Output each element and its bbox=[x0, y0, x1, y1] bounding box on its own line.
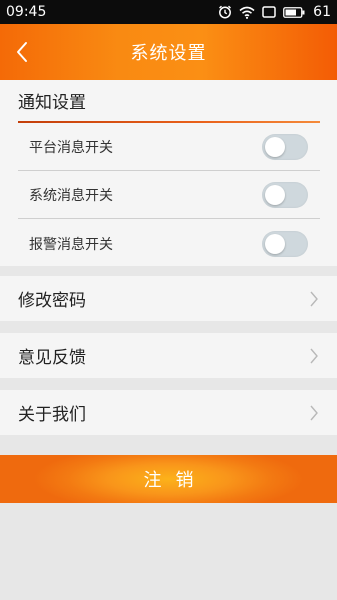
wifi-icon bbox=[239, 6, 255, 19]
app-header: 系统设置 bbox=[0, 24, 337, 80]
chevron-right-icon bbox=[310, 348, 318, 363]
battery-level: 61 bbox=[313, 4, 331, 20]
section-heading: 通知设置 bbox=[18, 93, 86, 113]
battery-icon bbox=[283, 6, 305, 18]
switch-knob bbox=[265, 137, 285, 157]
toggle-label: 系统消息开关 bbox=[29, 188, 113, 204]
logout-label: 注销 bbox=[143, 470, 208, 491]
toggle-label: 平台消息开关 bbox=[29, 140, 113, 156]
alarm-message-switch[interactable] bbox=[262, 230, 308, 257]
alarm-clock-icon bbox=[219, 5, 232, 19]
notification-settings-section: 通知设置 平台消息开关 系统消息开关 报警消息开关 bbox=[0, 80, 337, 266]
chevron-right-icon bbox=[310, 405, 318, 420]
feedback-item[interactable]: 意见反馈 bbox=[0, 333, 337, 378]
menu-label: 修改密码 bbox=[18, 291, 86, 311]
screen-icon bbox=[262, 6, 276, 18]
toggle-label: 报警消息开关 bbox=[29, 236, 113, 253]
platform-message-toggle-row[interactable]: 平台消息开关 bbox=[18, 124, 320, 171]
menu-label: 意见反馈 bbox=[18, 348, 86, 368]
alarm-message-toggle-row[interactable]: 报警消息开关 bbox=[18, 220, 320, 267]
chevron-right-icon bbox=[310, 291, 318, 306]
status-time: 09:45 bbox=[6, 4, 47, 20]
about-us-item[interactable]: 关于我们 bbox=[0, 390, 337, 435]
logout-button[interactable]: 注销 bbox=[0, 455, 337, 503]
change-password-item[interactable]: 修改密码 bbox=[0, 276, 337, 321]
page-title: 系统设置 bbox=[130, 43, 207, 64]
chevron-left-icon bbox=[17, 42, 27, 62]
back-button[interactable] bbox=[8, 34, 36, 70]
platform-message-switch[interactable] bbox=[262, 134, 308, 160]
system-message-switch[interactable] bbox=[262, 182, 308, 208]
switch-knob bbox=[265, 233, 285, 254]
status-icons: 61 bbox=[218, 4, 331, 20]
switch-knob bbox=[265, 185, 285, 205]
status-bar: 09:45 61 bbox=[0, 0, 337, 24]
menu-label: 关于我们 bbox=[18, 405, 86, 425]
system-message-toggle-row[interactable]: 系统消息开关 bbox=[18, 172, 320, 219]
heading-divider bbox=[18, 121, 320, 123]
